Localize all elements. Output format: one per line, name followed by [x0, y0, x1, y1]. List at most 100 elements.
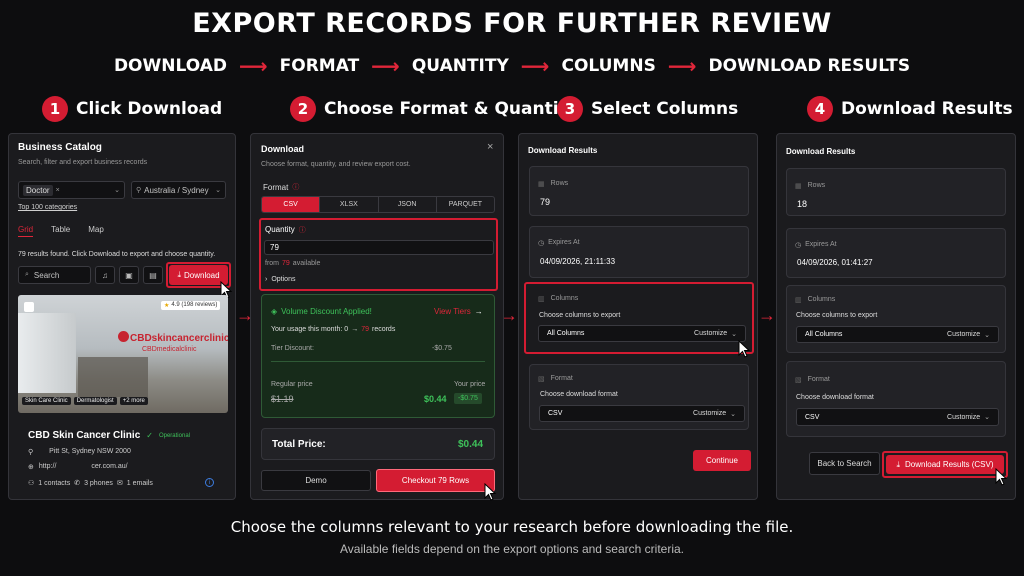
back-to-search-button[interactable]: Back to Search	[809, 452, 880, 475]
demo-button[interactable]: Demo	[261, 470, 371, 491]
rating-badge: ★ 4.9 (198 reviews)	[161, 301, 221, 310]
website-suffix[interactable]: cer.com.au/	[91, 463, 127, 471]
rows-label: ▦ Rows	[795, 182, 825, 190]
format-select[interactable]: CSV Customize ⌄	[539, 405, 745, 422]
tag-icon: ◈	[271, 307, 278, 316]
columns-card: ▥ Columns Choose columns to export All C…	[786, 285, 1006, 353]
columns-icon: ▥	[538, 296, 545, 303]
choose-format-text: Choose download format	[796, 394, 874, 401]
columns-label: ▥ Columns	[538, 295, 578, 303]
arrow-right-icon: ⟶	[238, 54, 268, 78]
customize-button[interactable]: Customize	[694, 330, 727, 337]
columns-select[interactable]: All Columns Customize ⌄	[538, 325, 746, 342]
select-checkbox[interactable]	[24, 302, 34, 312]
panel-download-dialog: Download × Choose format, quantity, and …	[250, 133, 504, 501]
expires-card: ◷ Expires At 04/09/2026, 21:11:33	[529, 226, 749, 278]
dialog-subtitle: Choose format, quantity, and review expo…	[261, 161, 411, 168]
email-icon: ✉	[116, 480, 123, 487]
columns-select[interactable]: All Columns Customize ⌄	[796, 326, 999, 343]
image-icon[interactable]: ▣	[119, 266, 139, 284]
reception-desk	[78, 357, 148, 397]
view-tiers-link[interactable]: View Tiers →	[434, 307, 483, 316]
address-row: ⚲ Pitt St, Sydney NSW 2000	[28, 448, 131, 456]
choose-columns-text: Choose columns to export	[539, 312, 621, 319]
usage-count: 79	[361, 326, 369, 333]
flow-step: QUANTITY	[411, 56, 509, 76]
view-tiers-label: View Tiers	[434, 307, 471, 316]
columns-value: All Columns	[547, 330, 585, 337]
tab-map[interactable]: Map	[88, 225, 104, 237]
catalog-subtitle: Search, filter and export business recor…	[18, 159, 148, 166]
format-xlsx[interactable]: XLSX	[319, 197, 377, 212]
rows-label-text: Rows	[550, 180, 569, 187]
hero-title: EXPORT RECORDS FOR FURTHER REVIEW	[192, 8, 832, 39]
customize-button[interactable]: Customize	[693, 410, 726, 417]
clinic-wall	[18, 313, 76, 393]
location-value: Australia / Sydney	[144, 185, 209, 195]
format-label-text: Format	[550, 375, 573, 382]
format-json[interactable]: JSON	[377, 197, 436, 212]
columns-highlight: ▥ Columns Choose columns to export All C…	[524, 282, 754, 354]
business-photo: CBDskincancerclinic CBDmedicalclinic ★ 4…	[18, 295, 228, 413]
location-pin-icon: ⚲	[28, 449, 34, 456]
rows-card: ▦ Rows 18	[786, 168, 1006, 216]
clock-icon: ◷	[538, 240, 545, 247]
discount-title: Volume Discount Applied!	[281, 307, 372, 316]
format-label-text: Format	[807, 376, 830, 383]
rows-icon: ▦	[795, 183, 802, 190]
tag-more[interactable]: +2 more	[119, 397, 148, 405]
chevron-down-icon: ⌄	[730, 410, 736, 418]
total-price-label: Total Price:	[272, 439, 326, 450]
search-input[interactable]: ⌕ Search	[18, 266, 91, 284]
step-header-1: 1 Click Download	[42, 96, 222, 122]
step-header-4: 4 Download Results	[807, 96, 1013, 122]
website-prefix[interactable]: http://	[39, 463, 57, 471]
quantity-input[interactable]: 79	[264, 240, 494, 255]
step-title: Click Download	[76, 99, 223, 119]
rows-value: 79	[540, 197, 551, 207]
customize-button[interactable]: Customize	[947, 414, 980, 421]
business-name[interactable]: CBD Skin Cancer Clinic	[28, 430, 140, 441]
close-icon[interactable]: ×	[56, 187, 60, 194]
format-select[interactable]: CSV Customize ⌄	[796, 408, 999, 426]
bell-icon[interactable]: ♫	[95, 266, 115, 284]
columns-label-text: Columns	[807, 296, 836, 303]
tab-grid[interactable]: Grid	[18, 225, 34, 237]
info-icon[interactable]: i	[205, 478, 214, 487]
checkout-button[interactable]: Checkout 79 Rows	[376, 469, 495, 492]
download-results-button[interactable]: ⤓ Download Results (CSV)	[886, 455, 1004, 474]
step-header-3: 3 Select Columns	[557, 96, 738, 122]
format-parquet[interactable]: PARQUET	[435, 197, 494, 212]
format-label-text: Format	[263, 182, 289, 192]
tier-discount-value: -$0.75	[432, 345, 452, 352]
flow-step: COLUMNS	[561, 56, 656, 76]
location-select[interactable]: ⚲ Australia / Sydney ⌄	[131, 181, 226, 199]
tag: Skin Care Clinic	[22, 397, 71, 405]
arrow-right-icon: ⟶	[371, 54, 400, 78]
chevron-right-icon: ›	[265, 276, 268, 283]
chevron-down-icon: ⌄	[114, 187, 120, 194]
regular-price-value: $1.19	[271, 394, 294, 404]
step-title: Choose Format & Quantity	[324, 99, 578, 119]
tab-table[interactable]: Table	[51, 225, 70, 237]
rows-card: ▦ Rows 79	[529, 166, 749, 216]
globe-icon: ⊕	[28, 464, 34, 471]
total-price-value: $0.44	[458, 439, 484, 450]
options-toggle[interactable]: › Options	[265, 276, 295, 283]
format-value: CSV	[805, 413, 820, 421]
top-categories-link[interactable]: Top 100 categories	[18, 204, 77, 211]
clinic-logo	[118, 331, 129, 342]
clinic-sign-secondary: CBDmedicalclinic	[142, 346, 197, 353]
document-icon[interactable]: ▤	[143, 266, 163, 284]
options-label: Options	[271, 276, 296, 283]
continue-button[interactable]: Continue	[693, 450, 751, 471]
category-select[interactable]: Doctor × ⌄	[18, 181, 125, 199]
close-icon[interactable]: ×	[487, 141, 493, 153]
format-csv[interactable]: CSV	[262, 197, 320, 212]
flow-steps: DOWNLOAD ⟶ FORMAT ⟶ QUANTITY ⟶ COLUMNS ⟶…	[0, 54, 1024, 78]
rows-label-text: Rows	[807, 182, 826, 189]
format-label: ▧ Format	[538, 375, 573, 383]
customize-button[interactable]: Customize	[947, 331, 980, 338]
emails-count: 1 emails	[126, 479, 153, 487]
info-icon: ⓘ	[292, 184, 300, 191]
